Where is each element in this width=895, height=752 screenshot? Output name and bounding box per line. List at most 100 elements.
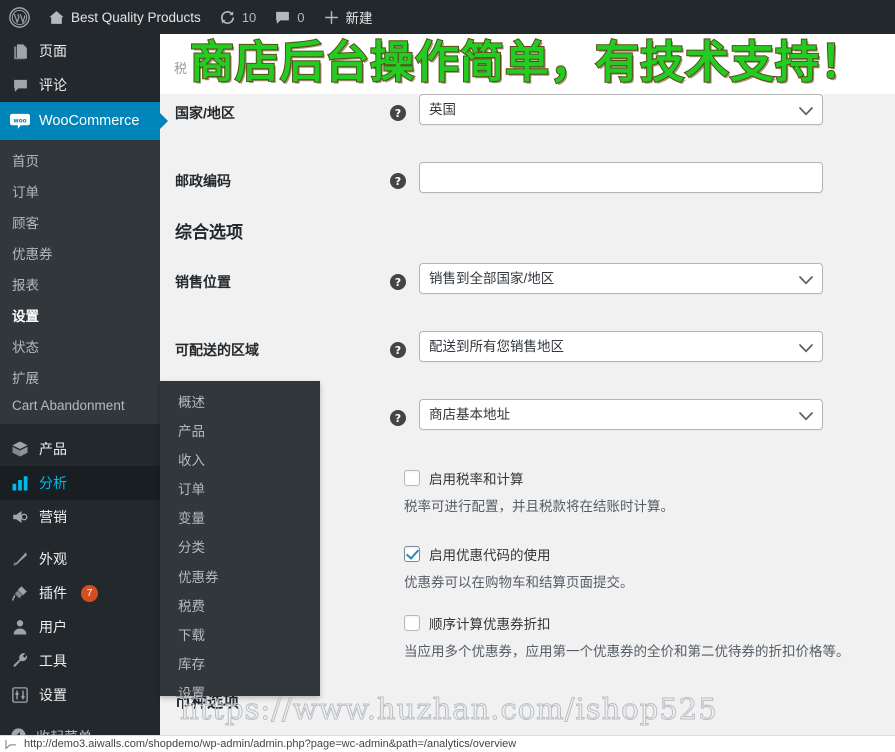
sidebar-item-settings[interactable]: 设置 [0, 678, 160, 712]
enable-coupons-description: 优惠券可以在购物车和结算页面提交。 [404, 564, 895, 593]
enable-taxes-label: 启用税率和计算 [429, 468, 524, 488]
question-mark-icon[interactable]: ? [390, 274, 406, 290]
enable-taxes-row[interactable]: 启用税率和计算 [404, 467, 895, 488]
wordpress-logo-icon [9, 7, 30, 28]
enable-coupons-row[interactable]: 启用优惠代码的使用 [404, 543, 895, 564]
sidebar-item-analytics[interactable]: 分析 [0, 466, 160, 500]
country-label: 国家/地区 [175, 94, 390, 124]
promo-banner: 税 商店后台操作简单，有技术支持！ [160, 34, 895, 94]
updates-icon [219, 9, 236, 26]
submenu-item-orders[interactable]: 订单 [0, 175, 160, 206]
comment-bubble-icon [274, 9, 291, 26]
question-mark-icon[interactable]: ? [390, 342, 406, 358]
flyout-arrow-icon [160, 113, 168, 129]
browser-viewport: Best Quality Products 10 0 新建 页面 [0, 0, 895, 752]
shipping-location-select-wrapper: 配送到所有您销售地区 [419, 331, 823, 362]
new-content-menu-item[interactable]: 新建 [314, 0, 382, 34]
question-mark-icon[interactable]: ? [390, 105, 406, 121]
sidebar-item-label: 工具 [39, 654, 67, 668]
status-bar-url: http://demo3.aiwalls.com/shopdemo/wp-adm… [0, 738, 516, 750]
country-select[interactable]: 英国 [419, 94, 823, 125]
submenu-item-status[interactable]: 状态 [0, 330, 160, 361]
menu-separator [0, 712, 160, 720]
submenu-item-customers[interactable]: 顾客 [0, 206, 160, 237]
sidebar-item-tools[interactable]: 工具 [0, 644, 160, 678]
sequential-coupons-row[interactable]: 顺序计算优惠券折扣 [404, 612, 895, 633]
shipping-location-select[interactable]: 配送到所有您销售地区 [419, 331, 823, 362]
flyout-item-taxes[interactable]: 税费 [160, 592, 320, 621]
flyout-item-categories[interactable]: 分类 [160, 534, 320, 563]
shipping-location-field-row: 可配送的区域 ? 配送到所有您销售地区 [160, 331, 895, 373]
updates-menu-item[interactable]: 10 [210, 0, 265, 34]
sidebar-item-products[interactable]: 产品 [0, 432, 160, 466]
analytics-bars-icon [10, 474, 30, 492]
submenu-item-home[interactable]: 首页 [0, 144, 160, 175]
link-icon [5, 739, 17, 752]
pages-icon [10, 43, 30, 60]
appearance-brush-icon [10, 550, 30, 568]
enable-coupons-label: 启用优惠代码的使用 [429, 544, 551, 564]
updates-count: 10 [242, 10, 256, 25]
products-box-icon [10, 440, 30, 458]
selling-location-field-row: 销售位置 ? 销售到全部国家/地区 [160, 263, 895, 305]
submenu-item-reports[interactable]: 报表 [0, 268, 160, 299]
new-content-label: 新建 [346, 7, 373, 27]
sidebar-item-label: WooCommerce [39, 114, 139, 129]
sidebar-item-appearance[interactable]: 外观 [0, 542, 160, 576]
wp-admin-bar: Best Quality Products 10 0 新建 [0, 0, 895, 34]
submenu-item-cart-abandonment[interactable]: Cart Abandonment [0, 392, 160, 418]
shipping-location-label: 可配送的区域 [175, 331, 390, 361]
sidebar-item-marketing[interactable]: 营销 [0, 500, 160, 534]
flyout-item-variations[interactable]: 变量 [160, 505, 320, 534]
sidebar-item-pages[interactable]: 页面 [0, 34, 160, 68]
submenu-item-settings[interactable]: 设置 [0, 299, 160, 330]
sidebar-item-comments[interactable]: 评论 [0, 68, 160, 102]
enable-taxes-description: 税率可进行配置，并且税款将在结账时计算。 [404, 488, 895, 517]
flyout-item-products[interactable]: 产品 [160, 417, 320, 446]
submenu-item-coupons[interactable]: 优惠券 [0, 237, 160, 268]
flyout-item-downloads[interactable]: 下载 [160, 622, 320, 651]
country-field-row: 国家/地区 ? 英国 [160, 94, 895, 136]
flyout-item-overview[interactable]: 概述 [160, 388, 320, 417]
sidebar-item-label: 页面 [39, 44, 67, 58]
site-name-label: Best Quality Products [71, 10, 201, 25]
enable-taxes-checkbox[interactable] [404, 470, 420, 486]
woocommerce-submenu: 首页 订单 顾客 优惠券 报表 设置 状态 扩展 Cart Abandonmen… [0, 140, 160, 424]
site-name-menu-item[interactable]: Best Quality Products [39, 0, 210, 34]
general-options-heading: 综合选项 [160, 204, 895, 251]
flyout-item-orders[interactable]: 订单 [160, 476, 320, 505]
wp-logo-menu-item[interactable] [0, 0, 39, 34]
sidebar-item-label: 插件 [39, 586, 67, 600]
selling-location-label: 销售位置 [175, 263, 390, 293]
promo-banner-text: 商店后台操作简单，有技术支持！ [160, 34, 895, 94]
enable-coupons-checkbox[interactable] [404, 546, 420, 562]
plugins-plug-icon [10, 584, 30, 602]
sidebar-item-woocommerce[interactable]: woo WooCommerce [0, 102, 160, 140]
flyout-item-stock[interactable]: 库存 [160, 651, 320, 680]
submenu-item-extensions[interactable]: 扩展 [0, 361, 160, 392]
comments-count: 0 [297, 10, 304, 25]
sequential-coupons-label: 顺序计算优惠券折扣 [429, 613, 551, 633]
analytics-flyout-submenu: 概述 产品 收入 订单 变量 分类 优惠券 税费 下载 库存 设置 [160, 381, 320, 696]
spacer [160, 305, 895, 331]
sidebar-item-label: 分析 [39, 476, 67, 490]
question-mark-icon[interactable]: ? [390, 410, 406, 426]
menu-separator [0, 424, 160, 432]
postcode-label: 邮政编码 [175, 162, 390, 192]
flyout-item-revenue[interactable]: 收入 [160, 446, 320, 475]
sidebar-item-users[interactable]: 用户 [0, 610, 160, 644]
sidebar-item-label: 外观 [39, 552, 67, 566]
flyout-item-settings[interactable]: 设置 [160, 680, 320, 709]
menu-separator [0, 534, 160, 542]
postcode-input[interactable] [419, 162, 823, 193]
plus-icon [323, 9, 340, 26]
sidebar-item-label: 营销 [39, 510, 67, 524]
sidebar-item-label: 评论 [39, 78, 67, 92]
sequential-coupons-checkbox[interactable] [404, 615, 420, 631]
tax-base-select[interactable]: 商店基本地址 [419, 399, 823, 430]
flyout-item-coupons[interactable]: 优惠券 [160, 563, 320, 592]
comments-menu-item[interactable]: 0 [265, 0, 313, 34]
question-mark-icon[interactable]: ? [390, 173, 406, 189]
selling-location-select[interactable]: 销售到全部国家/地区 [419, 263, 823, 294]
sidebar-item-plugins[interactable]: 插件 7 [0, 576, 160, 610]
